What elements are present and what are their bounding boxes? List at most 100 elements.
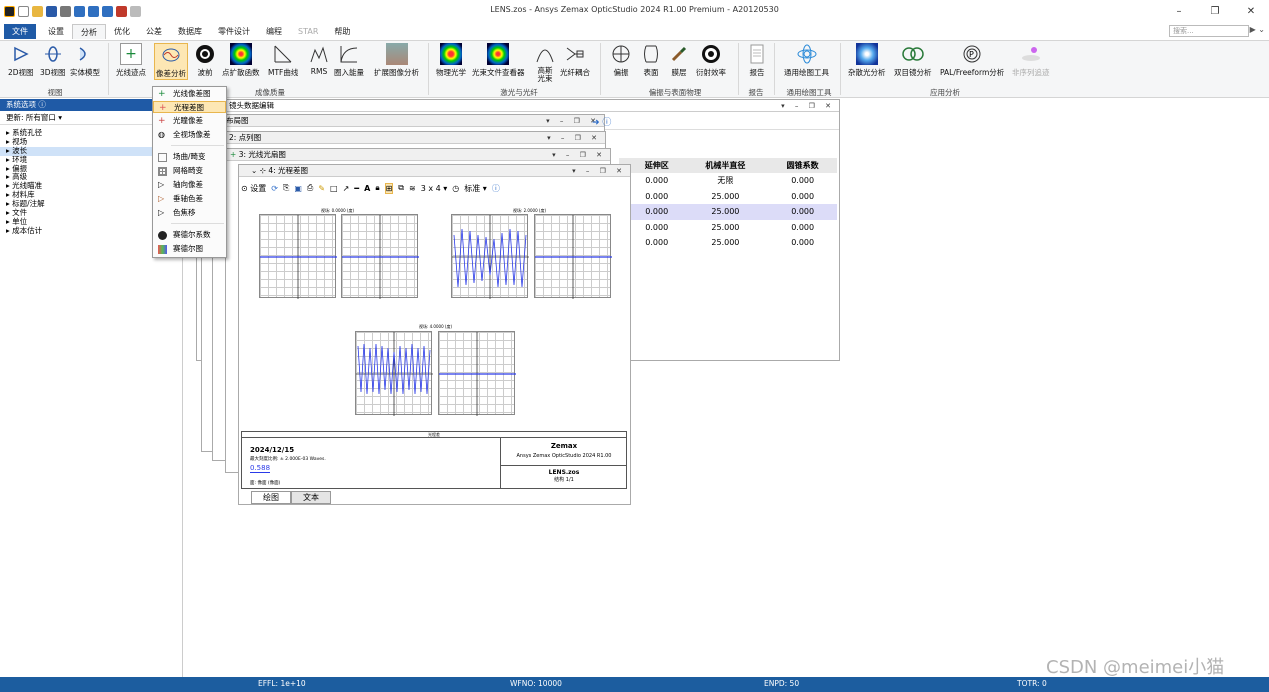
- window-controls[interactable]: ▾ – ❐ ✕: [781, 100, 835, 112]
- menu-item-field-curvature[interactable]: 场曲/畸变: [153, 151, 226, 163]
- ribbon-tabs: 文件 设置 分析 优化 公差 数据库 零件设计 编程 STAR 帮助: [0, 23, 1269, 40]
- tab-tolerance[interactable]: 公差: [138, 24, 170, 39]
- go-icon[interactable]: ➜ ⓘ: [592, 115, 611, 128]
- pencil-icon[interactable]: ✎: [318, 184, 325, 193]
- non-sequential-trace-button[interactable]: 非序列追迹: [1012, 43, 1050, 78]
- stray-light-button[interactable]: 杂散光分析: [848, 43, 886, 78]
- rectangle-icon[interactable]: □: [330, 184, 338, 193]
- product-name: Ansys Zemax OpticStudio 2024 R1.00: [501, 453, 627, 466]
- 2d-view-button[interactable]: 2D视图: [8, 43, 34, 78]
- table-row[interactable]: 00.00025.0000.000: [619, 204, 837, 220]
- rms-button[interactable]: RMS: [308, 43, 330, 76]
- gaussian-beam-button[interactable]: 高斯光束: [534, 43, 556, 83]
- save-icon[interactable]: ▣: [294, 184, 302, 193]
- plot-wavelength: 0.588: [250, 464, 271, 473]
- help-icon[interactable]: ⓘ: [492, 183, 500, 194]
- window-controls[interactable]: ▾ – ❐ ✕: [547, 132, 601, 144]
- pal-freeform-button[interactable]: P PAL/Freeform分析: [940, 43, 1004, 78]
- report-icon: [746, 43, 768, 65]
- beam-viewer-button[interactable]: 光束文件查看器: [472, 43, 525, 78]
- refresh-icon[interactable]: ⟳: [271, 184, 278, 193]
- physical-optics-button[interactable]: 物理光学: [436, 43, 466, 78]
- close-icon[interactable]: ✕: [1233, 0, 1269, 22]
- surface-button[interactable]: 表面: [640, 43, 662, 78]
- tab-star[interactable]: STAR: [290, 24, 326, 39]
- wavefront-button[interactable]: 波前: [194, 43, 216, 78]
- table-row[interactable]: 00.00025.0000.000: [619, 235, 837, 251]
- timer-icon[interactable]: ◷: [452, 184, 459, 193]
- menu-item-full-field[interactable]: ◍ 全视场像差: [153, 129, 226, 141]
- report-button[interactable]: 报告: [746, 43, 768, 78]
- spot-titlebar: 2: 点列图 ▾ – ❐ ✕: [213, 132, 605, 144]
- universal-plot-button[interactable]: 通用绘图工具: [784, 43, 829, 78]
- print-icon[interactable]: ⎙: [307, 183, 313, 193]
- search-input[interactable]: 搜索...: [1169, 25, 1249, 37]
- menu-item-opd[interactable]: + 光程差图: [153, 101, 226, 113]
- column-header: 圆锥系数: [786, 161, 819, 170]
- minimize-icon[interactable]: –: [1161, 0, 1197, 22]
- help-icon[interactable]: ⓘ: [38, 100, 46, 109]
- opd-icon: ⌄ ⊹: [251, 166, 266, 175]
- 3d-view-icon: [42, 43, 64, 65]
- arrow-icon[interactable]: ↗: [343, 184, 350, 193]
- table-row[interactable]: 限0.000无限0.000: [619, 173, 837, 189]
- menu-item-seidel-coefficients[interactable]: 赛德尔系数: [153, 229, 226, 241]
- settings-button[interactable]: ⊙ 设置: [241, 183, 266, 194]
- tab-optimize[interactable]: 优化: [106, 24, 138, 39]
- tab-graph[interactable]: 绘图: [251, 491, 291, 504]
- standard-selector[interactable]: 标准 ▾: [464, 183, 487, 194]
- layout-selector[interactable]: 3 x 4 ▾: [421, 184, 448, 193]
- table-row[interactable]: 00.00025.0000.000: [619, 220, 837, 236]
- diffraction-efficiency-button[interactable]: 衍射效率: [696, 43, 726, 78]
- line-icon[interactable]: ━: [354, 184, 359, 193]
- solid-model-button[interactable]: 实体模型: [70, 43, 100, 78]
- copy-icon[interactable]: ⎘: [283, 183, 289, 193]
- tab-text[interactable]: 文本: [291, 491, 331, 504]
- clone-icon[interactable]: ⧉: [398, 183, 404, 193]
- menu-item-grid-distortion[interactable]: 网格畸变: [153, 165, 226, 177]
- tab-analysis[interactable]: 分析: [72, 24, 106, 39]
- tab-settings[interactable]: 设置: [40, 24, 72, 39]
- ray-fan-titlebar: + 3: 光线光扇图 ▾ – ❐ ✕: [226, 149, 610, 161]
- tab-part-designer[interactable]: 零件设计: [210, 24, 258, 39]
- menu-item-seidel-diagram[interactable]: 赛德尔图: [153, 243, 226, 255]
- gaussian-beam-icon: [534, 43, 556, 65]
- window-controls[interactable]: ▾ – ❐ ✕: [552, 149, 606, 161]
- menu-item-axial-aberration[interactable]: ▷ 轴向像差: [153, 179, 226, 191]
- menu-item-pupil-aberration[interactable]: + 光瞳像差: [153, 115, 226, 127]
- maximize-icon[interactable]: ❐: [1197, 0, 1233, 22]
- fiber-coupling-button[interactable]: 光纤耦合: [560, 43, 590, 78]
- table-row[interactable]: 00.00025.0000.000: [619, 189, 837, 205]
- lock-icon[interactable]: 🔒︎: [375, 183, 379, 193]
- layers-icon[interactable]: ≋: [409, 184, 416, 193]
- psf-button[interactable]: 点扩散函数: [222, 43, 260, 78]
- tab-programming[interactable]: 编程: [258, 24, 290, 39]
- plot-surface: 面: 像面 (像面): [250, 481, 281, 486]
- extended-scene-button[interactable]: 扩展图像分析: [374, 43, 419, 78]
- physical-optics-icon: [440, 43, 462, 65]
- tab-help[interactable]: 帮助: [326, 24, 358, 39]
- polarization-icon: [610, 43, 632, 65]
- plot-px-field3: [438, 331, 516, 416]
- mtf-button[interactable]: MTF曲线: [268, 43, 298, 78]
- encircled-energy-button[interactable]: 圈入能量: [334, 43, 364, 78]
- aberrations-button[interactable]: 像差分析: [154, 43, 188, 80]
- ray-trace-button[interactable]: + 光线迹点: [116, 43, 146, 78]
- window-controls[interactable]: ▾ – ❐ ✕: [572, 165, 626, 177]
- 3d-view-button[interactable]: 3D视图: [40, 43, 66, 78]
- coating-button[interactable]: 膜层: [668, 43, 690, 78]
- aberrations-menu: + 光线像差图 + 光程差图 + 光瞳像差 ◍ 全视场像差 场曲/畸变 网格畸变 ▷ 轴向…: [152, 86, 227, 258]
- title-bar: LENS.zos - Ansys Zemax OpticStudio 2024 …: [0, 0, 1269, 22]
- polarization-button[interactable]: 偏振: [610, 43, 632, 78]
- binocular-button[interactable]: 双目镜分析: [894, 43, 932, 78]
- diffraction-icon: [700, 43, 722, 65]
- opd-window[interactable]: ⌄ ⊹ 4: 光程差图 ▾ – ❐ ✕ ⊙ 设置 ⟳ ⎘ ▣ ⎙ ✎ □ ↗ ━ …: [238, 164, 631, 505]
- menu-item-lateral-color[interactable]: ▷ 垂轴色差: [153, 193, 226, 205]
- tab-libraries[interactable]: 数据库: [170, 24, 210, 39]
- text-icon[interactable]: A: [364, 184, 370, 193]
- menu-item-chromatic-focal-shift[interactable]: ▷ 色焦移: [153, 207, 226, 219]
- tab-file[interactable]: 文件: [4, 24, 36, 39]
- fit-icon[interactable]: ⊞: [384, 182, 394, 194]
- search-arrow-icon[interactable]: ▶ ⌄: [1250, 25, 1265, 34]
- menu-item-ray-aberration[interactable]: + 光线像差图: [153, 88, 226, 100]
